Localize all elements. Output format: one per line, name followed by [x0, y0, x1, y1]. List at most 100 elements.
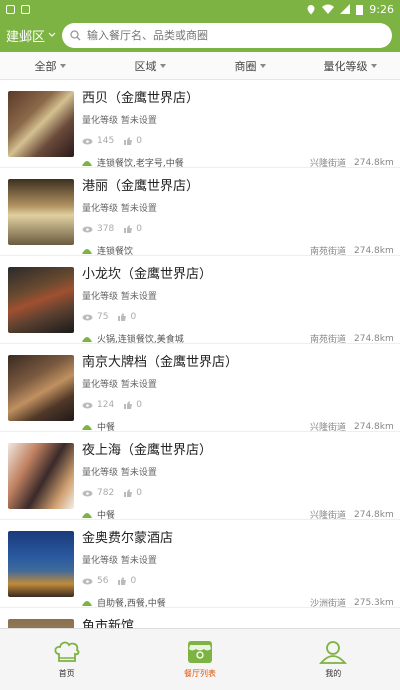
list-item[interactable]: 夜上海（金鹰世界店） 量化等级 暂未设置 782 0 中餐 兴隆街道 274.8…: [0, 432, 400, 521]
storefront-icon: [187, 641, 212, 663]
filter-label: 全部: [34, 59, 57, 73]
tab-label: 我的: [325, 669, 342, 678]
notification-icon: [6, 4, 15, 14]
search-input[interactable]: [87, 28, 384, 42]
stats-row: 145 0: [82, 136, 392, 146]
restaurant-photo: [8, 443, 74, 509]
thumbs-up-icon: [118, 313, 127, 321]
quality-level: 量化等级 暂未设置: [82, 380, 157, 390]
restaurant-info: 南京大牌档（金鹰世界店） 量化等级 暂未设置 124 0 中餐 兴隆街道 274…: [82, 355, 394, 433]
restaurant-name: 金奥费尔蒙酒店: [82, 531, 174, 546]
list-item[interactable]: 金奥费尔蒙酒店 量化等级 暂未设置 56 0 自助餐,西餐,中餐 沙洲街道 27…: [0, 520, 400, 609]
dish-cover-icon: [82, 425, 92, 430]
like-count: 0: [136, 488, 142, 498]
restaurant-name: 小龙坎（金鹰世界店）: [82, 267, 213, 282]
restaurant-info: 金奥费尔蒙酒店 量化等级 暂未设置 56 0 自助餐,西餐,中餐 沙洲街道 27…: [82, 531, 394, 609]
like-count: 0: [130, 576, 137, 586]
distance: 274.8km: [354, 333, 394, 344]
caret-down-icon: [159, 63, 166, 68]
tab-label: 首页: [58, 669, 75, 678]
filter-area[interactable]: 区域: [100, 52, 200, 79]
restaurant-list: 西贝（金鹰世界店） 量化等级 暂未设置 145 0 连锁餐饮,老字号,中餐 兴隆…: [0, 80, 400, 628]
restaurant-name: 鱼市新馆: [82, 619, 135, 628]
dish-cover-icon: [82, 601, 92, 606]
restaurant-photo: [8, 619, 74, 628]
thumbs-up-icon: [124, 401, 133, 409]
distance: 274.8km: [354, 421, 394, 432]
restaurant-name: 夜上海（金鹰世界店）: [82, 443, 213, 458]
list-item[interactable]: 小龙坎（金鹰世界店） 量化等级 暂未设置 75 0 火锅,连锁餐饮,美食城 南苑…: [0, 256, 400, 345]
restaurant-name: 港丽（金鹰世界店）: [82, 179, 200, 194]
location-icon: [307, 4, 315, 14]
restaurant-info: 夜上海（金鹰世界店） 量化等级 暂未设置 782 0 中餐 兴隆街道 274.8…: [82, 443, 394, 521]
chef-hat-icon: [54, 641, 80, 662]
user-icon: [319, 641, 348, 664]
distance: 274.8km: [354, 245, 394, 256]
view-count: 145: [97, 136, 115, 146]
view-count: 124: [97, 400, 115, 410]
quality-level: 量化等级 暂未设置: [82, 556, 157, 566]
like-count: 0: [136, 224, 142, 234]
tab-label: 餐厅列表: [183, 669, 216, 678]
quality-level: 量化等级 暂未设置: [82, 468, 157, 478]
quality-level: 量化等级 暂未设置: [82, 292, 157, 302]
caret-down-icon: [59, 63, 66, 68]
list-item[interactable]: 西贝（金鹰世界店） 量化等级 暂未设置 145 0 连锁餐饮,老字号,中餐 兴隆…: [0, 80, 400, 169]
like-count: 0: [136, 136, 142, 146]
search-box[interactable]: [62, 22, 392, 48]
status-bar: 9:26: [0, 0, 400, 18]
chevron-down-icon: [48, 32, 56, 37]
restaurant-photo: [8, 91, 74, 157]
thumbs-up-icon: [118, 577, 127, 585]
stats-row: 124 0: [82, 400, 392, 410]
header: 建邺区: [0, 18, 400, 52]
dish-cover-icon: [82, 337, 92, 342]
list-item[interactable]: 鱼市新馆: [0, 608, 400, 628]
eye-icon: [82, 490, 93, 496]
filter-label: 区域: [134, 59, 157, 73]
caret-down-icon: [259, 63, 266, 68]
eye-icon: [82, 402, 93, 408]
restaurant-info: 港丽（金鹰世界店） 量化等级 暂未设置 378 0 连锁餐饮 南苑街道 274.…: [82, 179, 394, 257]
restaurant-photo: [8, 531, 74, 597]
dish-cover-icon: [82, 513, 92, 518]
city-selector[interactable]: 建邺区: [6, 26, 56, 45]
thumbs-up-icon: [124, 489, 133, 497]
eye-icon: [82, 226, 93, 232]
tab-home[interactable]: 首页: [0, 629, 133, 690]
restaurant-photo: [8, 179, 74, 245]
view-count: 378: [97, 224, 115, 234]
status-time: 9:26: [369, 2, 394, 16]
filter-all[interactable]: 全部: [0, 52, 100, 79]
distance: 274.8km: [354, 509, 394, 520]
stats-row: 782 0: [82, 488, 392, 498]
list-item[interactable]: 南京大牌档（金鹰世界店） 量化等级 暂未设置 124 0 中餐 兴隆街道 274…: [0, 344, 400, 433]
distance: 274.8km: [354, 157, 394, 168]
restaurant-info: 小龙坎（金鹰世界店） 量化等级 暂未设置 75 0 火锅,连锁餐饮,美食城 南苑…: [82, 267, 394, 345]
filter-quality-level[interactable]: 量化等级: [300, 52, 400, 79]
filter-label: 商圈: [234, 59, 257, 73]
view-count: 75: [97, 312, 109, 322]
restaurant-photo: [8, 355, 74, 421]
filter-business-district[interactable]: 商圈: [200, 52, 300, 79]
search-icon: [70, 29, 81, 40]
stats-row: 56 0: [82, 576, 392, 586]
filter-bar: 全部 区域 商圈 量化等级: [0, 52, 400, 80]
stats-row: 75 0: [82, 312, 392, 322]
quality-level: 量化等级 暂未设置: [82, 116, 157, 126]
like-count: 0: [130, 312, 137, 322]
bottom-tab-bar: 首页 餐厅列表 我的: [0, 628, 400, 690]
distance: 275.3km: [354, 597, 394, 608]
restaurant-name: 南京大牌档（金鹰世界店）: [82, 355, 239, 370]
dish-cover-icon: [82, 249, 92, 254]
caret-down-icon: [370, 63, 377, 68]
tab-me[interactable]: 我的: [267, 629, 400, 690]
thumbs-up-icon: [124, 225, 133, 233]
tab-restaurant-list[interactable]: 餐厅列表: [133, 629, 266, 690]
restaurant-info: 鱼市新馆: [82, 619, 392, 628]
signal-icon: [340, 4, 351, 14]
eye-icon: [82, 578, 93, 584]
list-item[interactable]: 港丽（金鹰世界店） 量化等级 暂未设置 378 0 连锁餐饮 南苑街道 274.…: [0, 168, 400, 257]
thumbs-up-icon: [124, 137, 133, 145]
like-count: 0: [136, 400, 142, 410]
